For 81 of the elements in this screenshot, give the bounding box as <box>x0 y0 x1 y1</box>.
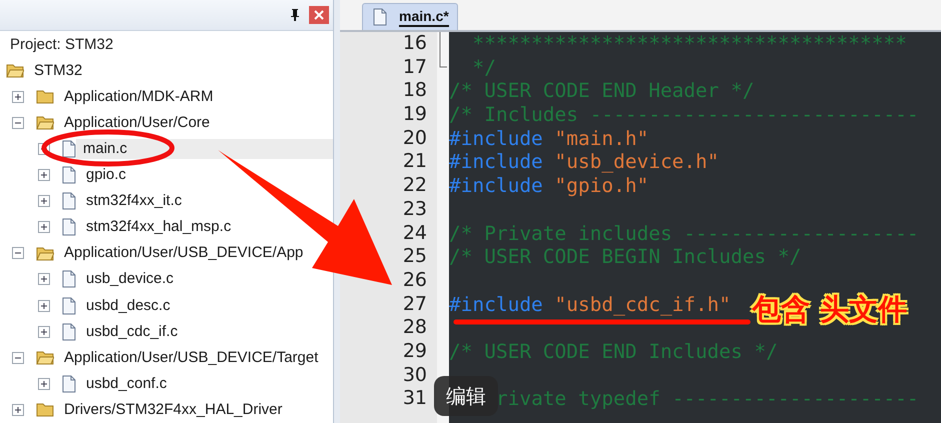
code-keyword: #include <box>449 150 543 174</box>
tree-item[interactable]: Application/MDK-ARM <box>54 86 216 107</box>
tree-item[interactable]: stm32f4xx_it.c <box>76 191 184 212</box>
code-comment: /* Private includes -------------------- <box>449 222 919 244</box>
code-keyword: #include <box>449 174 543 198</box>
code-string: "main.h" <box>554 126 649 150</box>
tree-item[interactable]: Drivers/STM32F4xx_HAL_Driver <box>54 400 284 420</box>
collapse-icon[interactable] <box>12 247 24 260</box>
line-number: 19 <box>402 103 428 127</box>
file-icon <box>62 296 76 314</box>
tree-item[interactable]: STM32 <box>24 60 84 81</box>
line-number: 29 <box>402 340 428 364</box>
line-number: 31 <box>402 387 428 411</box>
expand-icon[interactable] <box>38 273 50 286</box>
file-icon <box>62 166 76 184</box>
line-number: 26 <box>402 268 428 293</box>
line-number: 21 <box>402 150 428 174</box>
code-string: "usbd_cdc_if.h" <box>554 292 731 316</box>
open-folder-icon <box>36 350 54 366</box>
code-keyword: #include <box>449 292 543 316</box>
line-number: 16 <box>402 32 428 56</box>
open-folder-icon <box>6 63 24 78</box>
fold-marker-icon <box>439 32 447 68</box>
code-string: "usb_device.h" <box>554 150 720 174</box>
close-button[interactable] <box>309 6 329 24</box>
line-number: 23 <box>402 198 428 222</box>
tree-item[interactable]: usb_device.c <box>76 269 176 290</box>
file-icon <box>62 270 76 288</box>
tree-item[interactable]: gpio.c <box>76 165 128 186</box>
line-number: 18 <box>402 79 428 104</box>
tree-item[interactable]: usbd_conf.c <box>76 374 169 394</box>
code-comment: /* USER CODE END Header */ <box>449 79 754 102</box>
code-comment: /* Includes ---------------------------- <box>449 103 919 126</box>
line-number: 22 <box>402 174 428 198</box>
code-comment: */ <box>472 56 496 79</box>
expand-icon[interactable] <box>12 404 24 416</box>
tree-item[interactable]: Application/User/Core <box>54 112 212 133</box>
annotation-text: 包含 头文件 <box>752 291 908 328</box>
code-comment: ************************************* <box>472 32 907 55</box>
file-icon <box>62 140 76 158</box>
tree-item[interactable]: main.c <box>76 138 333 159</box>
expand-icon[interactable] <box>38 326 50 338</box>
tree-item[interactable]: stm32f4xx_hal_msp.c <box>76 217 234 238</box>
code-comment: /* USER CODE BEGIN Includes */ <box>449 245 802 268</box>
file-icon <box>62 374 76 393</box>
folder-icon <box>36 89 54 104</box>
expand-icon[interactable] <box>38 195 50 208</box>
tree-item[interactable]: Application/User/USB_DEVICE/Target <box>54 348 320 368</box>
code-comment: rivate typedef --------------------- <box>496 387 919 410</box>
open-folder-icon <box>36 246 54 261</box>
expand-icon[interactable] <box>38 378 50 390</box>
collapse-icon[interactable] <box>12 352 24 364</box>
line-number: 25 <box>402 245 428 269</box>
tree-item[interactable]: usbd_cdc_if.c <box>76 322 180 342</box>
project-title: Project: STM32 <box>9 34 114 55</box>
file-icon <box>373 8 387 26</box>
folder-icon <box>36 402 54 418</box>
line-number: 17 <box>402 56 428 80</box>
edit-tooltip[interactable]: 编辑 <box>434 376 498 416</box>
file-icon <box>62 322 76 341</box>
line-number: 27 <box>402 292 428 316</box>
line-number: 24 <box>402 222 428 246</box>
expand-icon[interactable] <box>38 300 50 312</box>
code-keyword: #include <box>449 126 543 150</box>
close-icon <box>314 10 324 20</box>
tree-item[interactable]: usbd_desc.c <box>76 296 172 316</box>
expand-icon[interactable] <box>12 90 24 103</box>
tree-item[interactable]: Application/User/USB_DEVICE/App <box>54 243 306 264</box>
expand-icon[interactable] <box>38 221 50 234</box>
code-string: "gpio.h" <box>554 174 649 198</box>
file-icon <box>62 192 76 210</box>
file-icon <box>62 218 76 236</box>
line-number: 20 <box>402 126 428 150</box>
open-folder-icon <box>36 115 54 130</box>
line-number: 30 <box>402 364 428 388</box>
editor-tab[interactable]: main.c* <box>362 3 458 30</box>
code-comment: /* USER CODE END Includes */ <box>449 340 778 363</box>
pin-icon[interactable] <box>289 8 301 22</box>
line-number: 28 <box>402 316 428 340</box>
expand-icon[interactable] <box>38 169 50 182</box>
collapse-icon[interactable] <box>12 116 24 129</box>
